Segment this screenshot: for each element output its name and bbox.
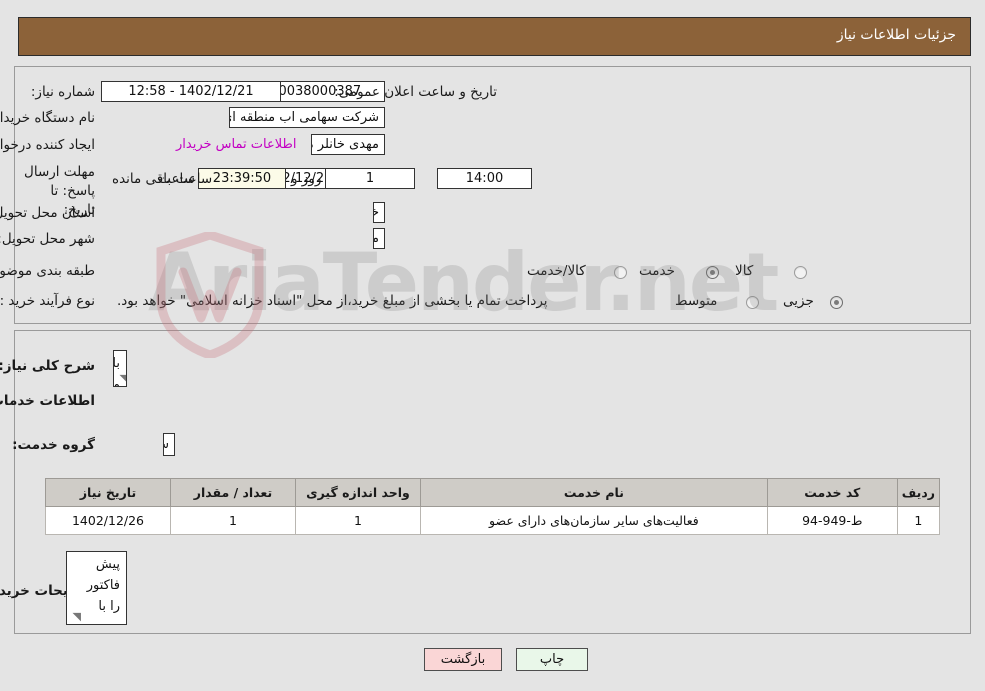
table-header-need-date: تاریخ نیاز [45,478,171,507]
remaining-days-value: 1 [325,168,415,189]
page-title: جزئیات اطلاعات نیاز [836,27,956,43]
page-root: AriaTender.net جزئیات اطلاعات نیاز شماره… [0,0,985,691]
radio-category-service-label: خدمت [639,263,675,279]
radio-category-goods-label: کالا [735,263,754,279]
radio-process-medium-label: متوسط [675,293,718,309]
radio-category-service[interactable] [706,266,719,279]
table-header-row: ردیف کد خدمت نام خدمت واحد اندازه گیری ت… [45,478,941,507]
category-label: طبقه بندی موضوعی: [0,263,95,279]
table-header-service-name: نام خدمت [420,478,768,507]
province-value: خراسان رضوی [373,202,385,223]
table-header-unit: واحد اندازه گیری [295,478,421,507]
process-type-label: نوع فرآیند خرید : [0,293,95,309]
city-label: شهر محل تحویل: [0,231,95,247]
radio-category-goods[interactable] [794,266,807,279]
need-description-label: شرح کلی نیاز: [0,358,95,374]
radio-category-goods-service[interactable] [614,266,627,279]
radio-process-minor[interactable] [830,296,843,309]
table-header-row-no: ردیف [896,478,941,507]
back-button[interactable]: بازگشت [424,648,502,671]
remaining-time-label: ساعت باقی مانده [112,171,213,187]
province-label: استان محل تحویل: [0,205,95,221]
cell-service-code: ط-949-94 [766,506,898,535]
table-row: 1 ط-949-94 فعالیت‌های سایر سازمان‌های دا… [45,506,941,535]
table-header-quantity: تعداد / مقدار [170,478,296,507]
buyer-notes-textarea[interactable]: پیش فاکتور را با مهره و امضاء صاحبان مجا… [66,551,127,625]
radio-category-goods-service-label: کالا/خدمت [527,263,586,279]
announce-datetime-value: 1402/12/21 - 12:58 [101,81,281,102]
requester-label: ایجاد کننده درخواست: [0,137,95,153]
buyer-contact-link[interactable]: اطلاعات تماس خریدار [176,137,296,152]
service-group-value: سایر فعالیت‌های خدماتی [163,433,175,456]
resize-grip-icon[interactable]: ◥ [116,373,126,385]
deadline-hour-value: 14:00 [437,168,532,189]
print-button[interactable]: چاپ [516,648,588,671]
buyer-org-value: شرکت سهامی اب منطقه ای خراسان رضوی [229,107,385,128]
cell-quantity: 1 [170,506,296,535]
announce-datetime-label: تاریخ و ساعت اعلان عمومی: [334,84,497,100]
remaining-days-label: روز و [291,171,322,187]
services-table: ردیف کد خدمت نام خدمت واحد اندازه گیری ت… [45,478,941,535]
services-section-heading: اطلاعات خدمات مورد نیاز [0,393,95,409]
window-title-bar: جزئیات اطلاعات نیاز [18,17,971,56]
buyer-org-label: نام دستگاه خریدار: [0,110,95,126]
table-header-service-code: کد خدمت [766,478,898,507]
requester-value: مهدی خانلر مشهدی کاریرداز شرکت سهامی اب … [311,134,385,155]
radio-process-minor-label: جزیی [783,293,814,309]
service-group-label: گروه خدمت: [12,437,95,453]
payment-note: پرداخت تمام یا بخشی از مبلغ خرید،از محل … [117,293,548,309]
cell-need-date: 1402/12/26 [45,506,171,535]
cell-unit: 1 [295,506,421,535]
city-value: مشهد [373,228,385,249]
radio-process-medium[interactable] [746,296,759,309]
need-number-label: شماره نیاز: [30,84,95,100]
need-description-textarea[interactable]: بازسازی و ترمیم سقف های استخر ◥ [113,350,127,387]
need-info-panel [14,66,971,324]
cell-service-name: فعالیت‌های سایر سازمان‌های دارای عضو [420,506,768,535]
cell-row-no: 1 [896,506,941,535]
resize-grip-icon-notes[interactable]: ◥ [69,611,81,623]
